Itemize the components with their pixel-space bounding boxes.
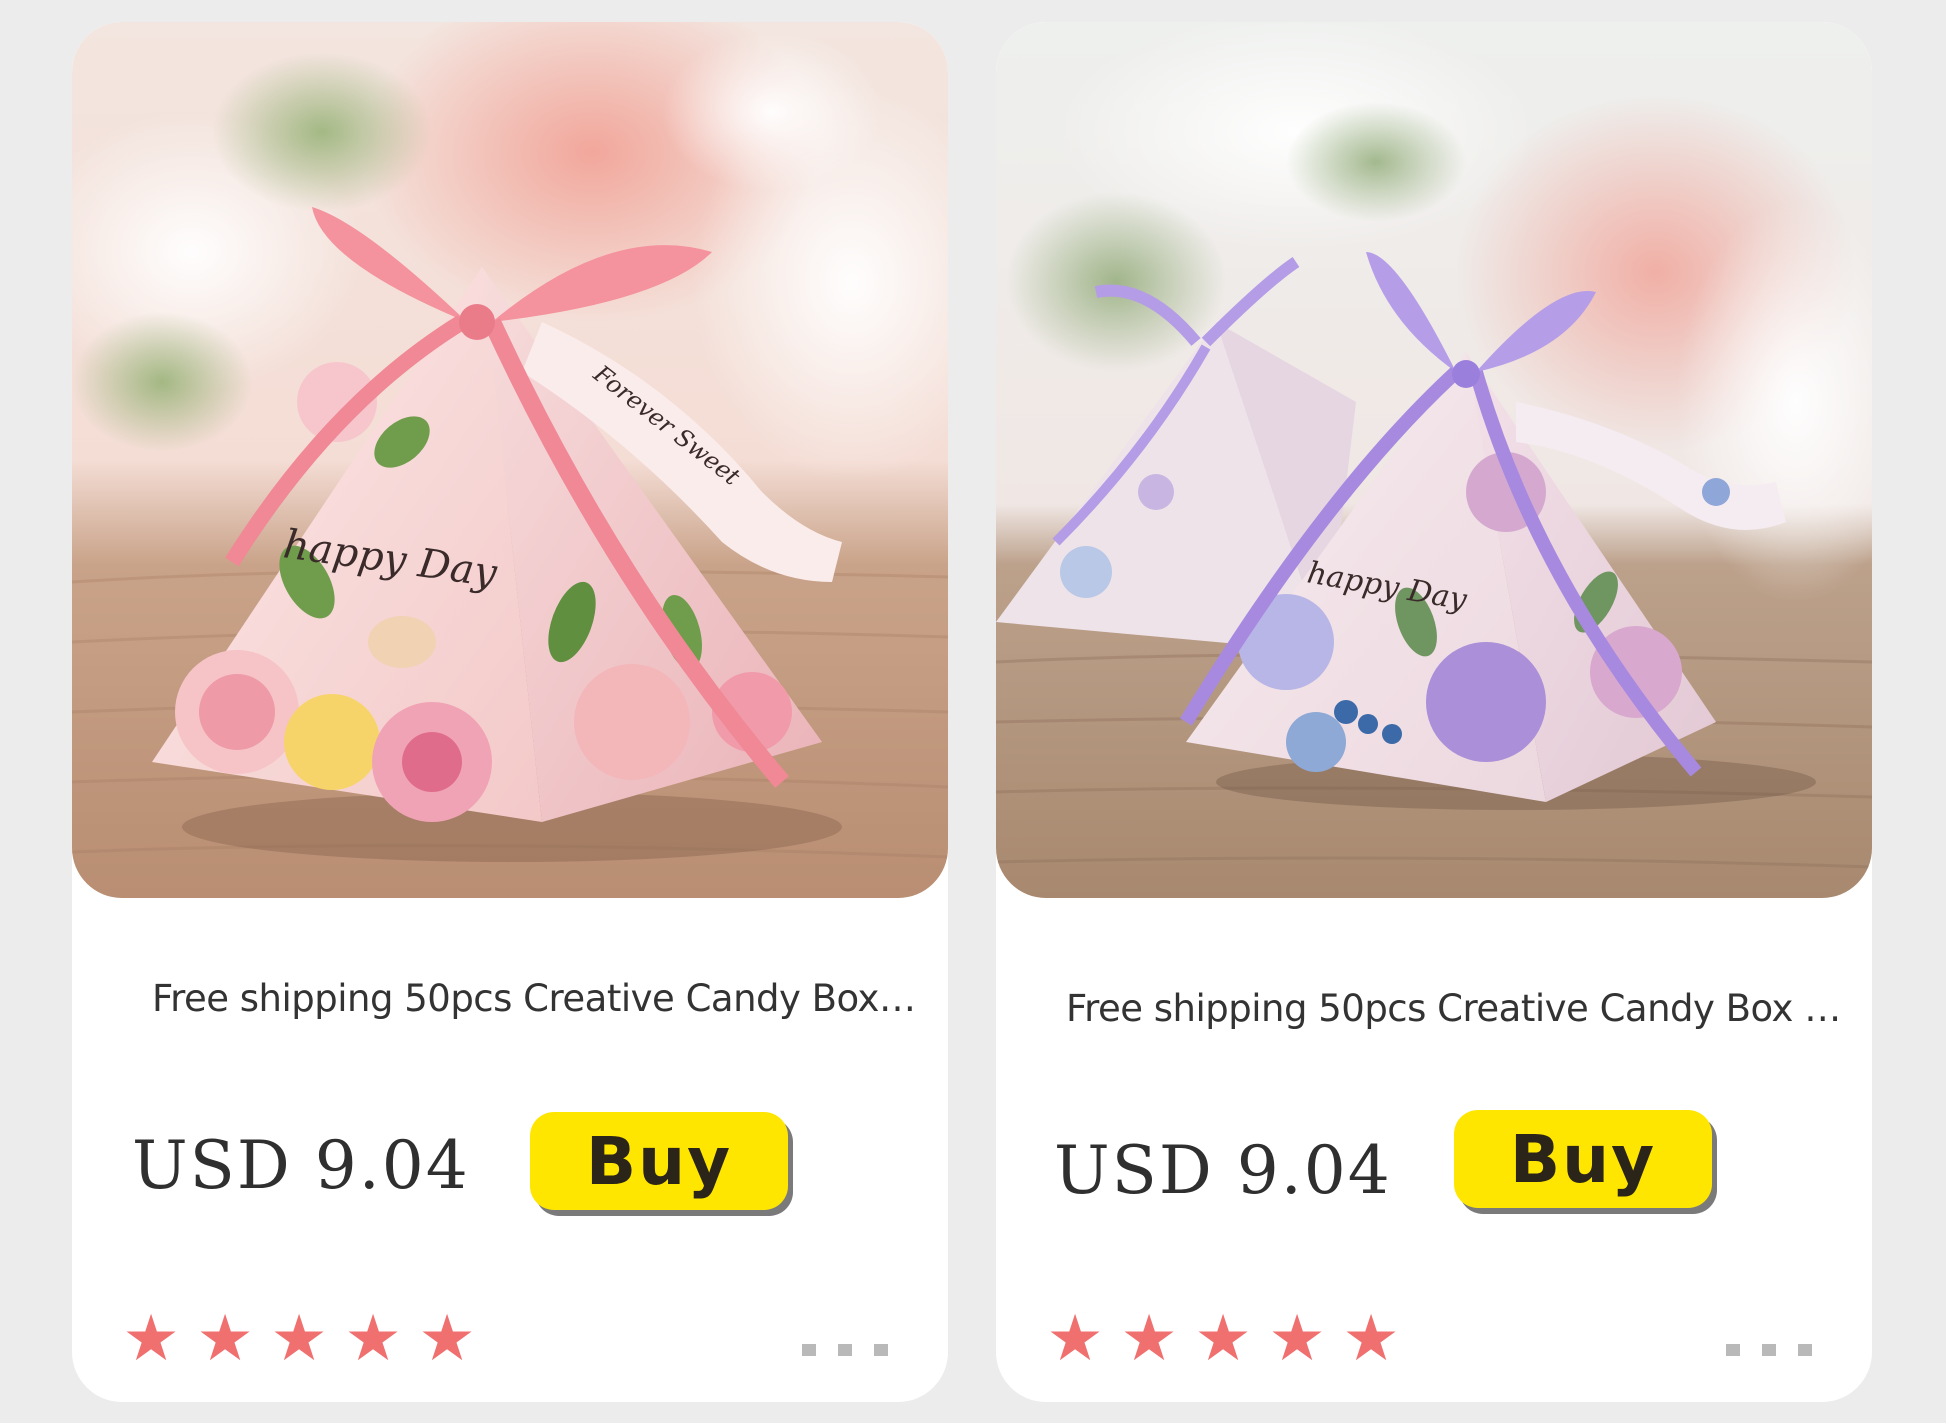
buy-button[interactable]: Buy [1454,1110,1712,1208]
star-icon: ★ [1194,1302,1252,1376]
more-dots-icon[interactable] [802,1344,888,1356]
product-image[interactable]: Forever Sweet happy Day [72,22,948,898]
product-card[interactable]: Forever Sweet happy Day Free shipping 50… [72,22,948,1402]
dot [1798,1344,1812,1356]
star-icon: ★ [1046,1302,1104,1376]
rating-stars: ★ ★ ★ ★ ★ [1040,1304,1406,1374]
buy-button[interactable]: Buy [530,1112,788,1210]
product-image[interactable]: happy Day [996,22,1872,898]
more-dots-icon[interactable] [1726,1344,1812,1356]
dot [838,1344,852,1356]
star-icon: ★ [1342,1302,1400,1376]
product-title[interactable]: Free shipping 50pcs Creative Candy Box … [1066,987,1841,1030]
star-icon: ★ [1120,1302,1178,1376]
product-price: USD 9.04 [1054,1132,1392,1209]
dot [1726,1344,1740,1356]
star-icon: ★ [344,1302,402,1376]
star-icon: ★ [196,1302,254,1376]
star-icon: ★ [1268,1302,1326,1376]
product-title[interactable]: Free shipping 50pcs Creative Candy Box… [152,977,916,1020]
star-icon: ★ [122,1302,180,1376]
star-icon: ★ [270,1302,328,1376]
dot [874,1344,888,1356]
product-price: USD 9.04 [132,1127,470,1204]
dot [1762,1344,1776,1356]
star-icon: ★ [418,1302,476,1376]
product-card[interactable]: happy Day Free shipping 50pcs Creative C… [996,22,1872,1402]
dot [802,1344,816,1356]
rating-stars: ★ ★ ★ ★ ★ [116,1304,482,1374]
